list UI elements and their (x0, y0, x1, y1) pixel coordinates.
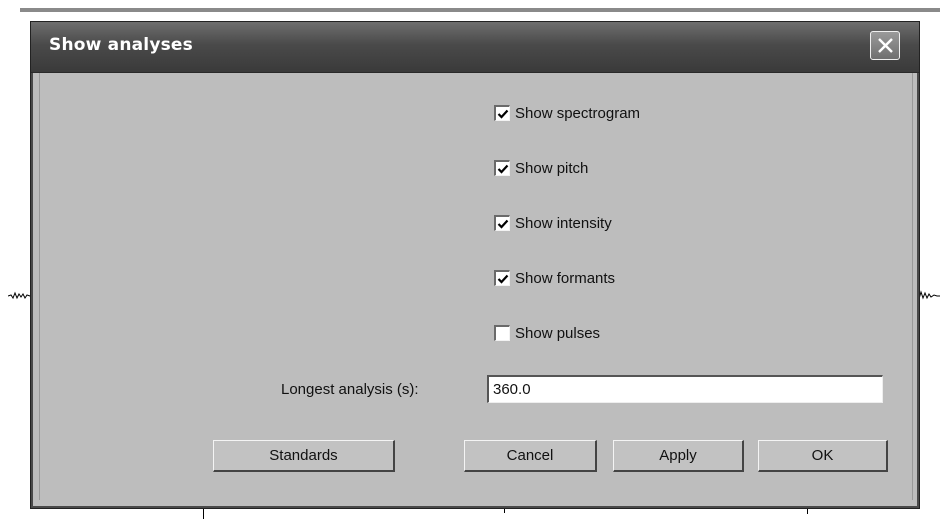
dialog-body: Show spectrogram Show pitch Show intensi… (39, 73, 913, 500)
option-show-formants[interactable]: Show formants (494, 267, 615, 289)
checkmark-icon (497, 109, 509, 119)
ok-button[interactable]: OK (758, 440, 888, 472)
apply-button[interactable]: Apply (613, 440, 744, 472)
close-icon (878, 38, 893, 53)
option-label: Show formants (515, 269, 616, 287)
checkbox[interactable] (494, 270, 510, 286)
dialog-title: Show analyses (49, 35, 193, 55)
longest-analysis-label: Longest analysis (s): (281, 381, 419, 398)
option-label: Show pulses (515, 324, 601, 342)
checkbox[interactable] (494, 105, 510, 121)
checkmark-icon (497, 164, 509, 174)
background-tick (203, 508, 204, 519)
cancel-button[interactable]: Cancel (464, 440, 597, 472)
checkbox[interactable] (494, 325, 510, 341)
checkbox[interactable] (494, 160, 510, 176)
standards-button[interactable]: Standards (213, 440, 395, 472)
dialog-titlebar[interactable]: Show analyses (31, 22, 919, 73)
option-label: Show spectrogram (515, 104, 641, 122)
option-show-spectrogram[interactable]: Show spectrogram (494, 102, 640, 124)
option-label: Show pitch (515, 159, 589, 177)
option-show-pitch[interactable]: Show pitch (494, 157, 588, 179)
option-label: Show intensity (515, 214, 612, 232)
screen: Show analyses Show spectrogram Show pitc… (0, 0, 940, 519)
longest-analysis-input[interactable] (487, 375, 883, 403)
option-show-pulses[interactable]: Show pulses (494, 322, 600, 344)
background-window-edge (20, 8, 940, 12)
close-button[interactable] (870, 31, 900, 60)
checkmark-icon (497, 274, 509, 284)
show-analyses-dialog: Show analyses Show spectrogram Show pitc… (30, 21, 920, 509)
checkbox[interactable] (494, 215, 510, 231)
option-show-intensity[interactable]: Show intensity (494, 212, 612, 234)
checkmark-icon (497, 219, 509, 229)
